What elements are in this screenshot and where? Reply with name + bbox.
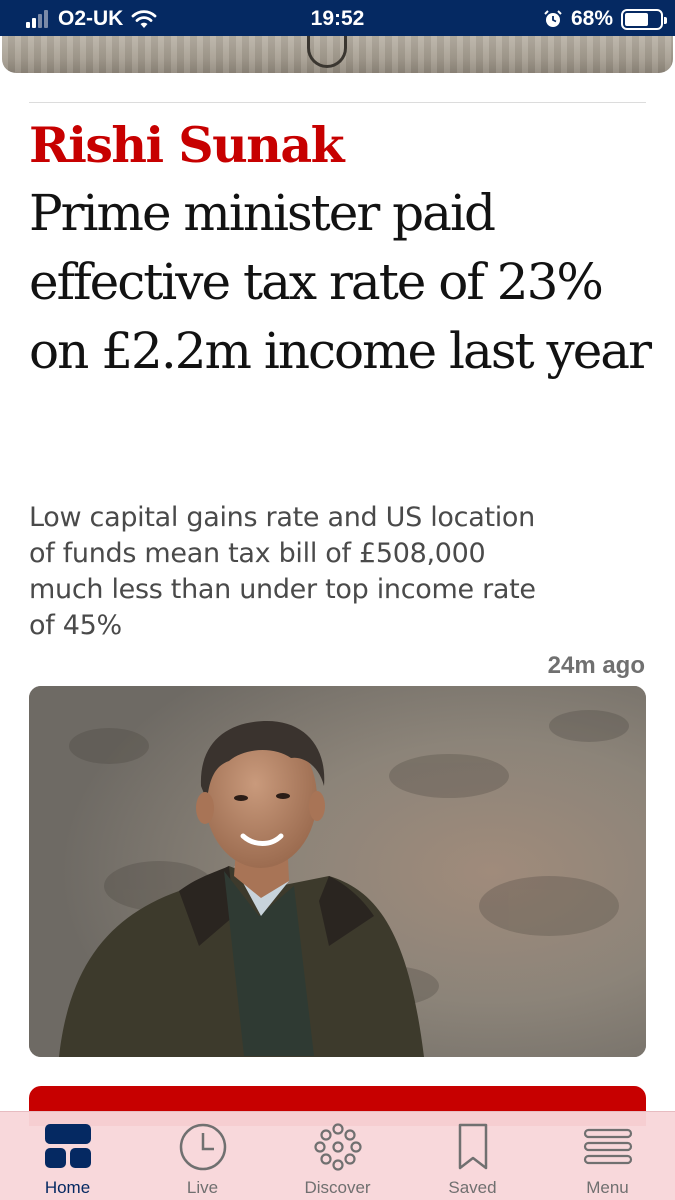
tab-saved-label: Saved (448, 1178, 497, 1197)
article-headline[interactable]: Prime minister paid effective tax rate o… (29, 179, 659, 386)
portrait-illustration (29, 686, 646, 1057)
tab-discover[interactable]: Discover (270, 1112, 405, 1200)
tab-live[interactable]: Live (135, 1112, 270, 1200)
article-kicker[interactable]: Rishi Sunak (29, 114, 345, 176)
article-photo[interactable] (29, 686, 646, 1057)
battery-level-fill (625, 12, 649, 26)
hamburger-menu-icon (583, 1128, 632, 1165)
status-right: 68% (543, 7, 667, 31)
tab-menu[interactable]: Menu (540, 1112, 675, 1200)
tab-home-label: Home (44, 1178, 91, 1197)
divider (29, 102, 646, 103)
tab-saved[interactable]: Saved (405, 1112, 540, 1200)
article-standfirst[interactable]: Low capital gains rate and US location o… (29, 500, 549, 644)
tab-live-label: Live (186, 1178, 219, 1197)
tab-menu-label: Menu (586, 1178, 629, 1197)
tab-discover-label: Discover (304, 1178, 371, 1197)
home-grid-icon (44, 1124, 91, 1168)
tab-home[interactable]: Home (0, 1112, 135, 1200)
alarm-clock-icon (544, 10, 562, 27)
status-bar: O2-UK 19:52 68% (0, 0, 675, 36)
bottom-tab-bar: Home Live Discover Saved Menu (0, 1111, 675, 1200)
bookmark-icon (458, 1123, 487, 1170)
discover-dots-icon (313, 1123, 362, 1171)
battery-icon (621, 8, 667, 30)
clock-icon (179, 1123, 226, 1171)
article-timestamp: 24m ago (547, 652, 645, 679)
battery-percentage: 68% (570, 7, 613, 30)
previous-article-image[interactable] (2, 36, 673, 73)
